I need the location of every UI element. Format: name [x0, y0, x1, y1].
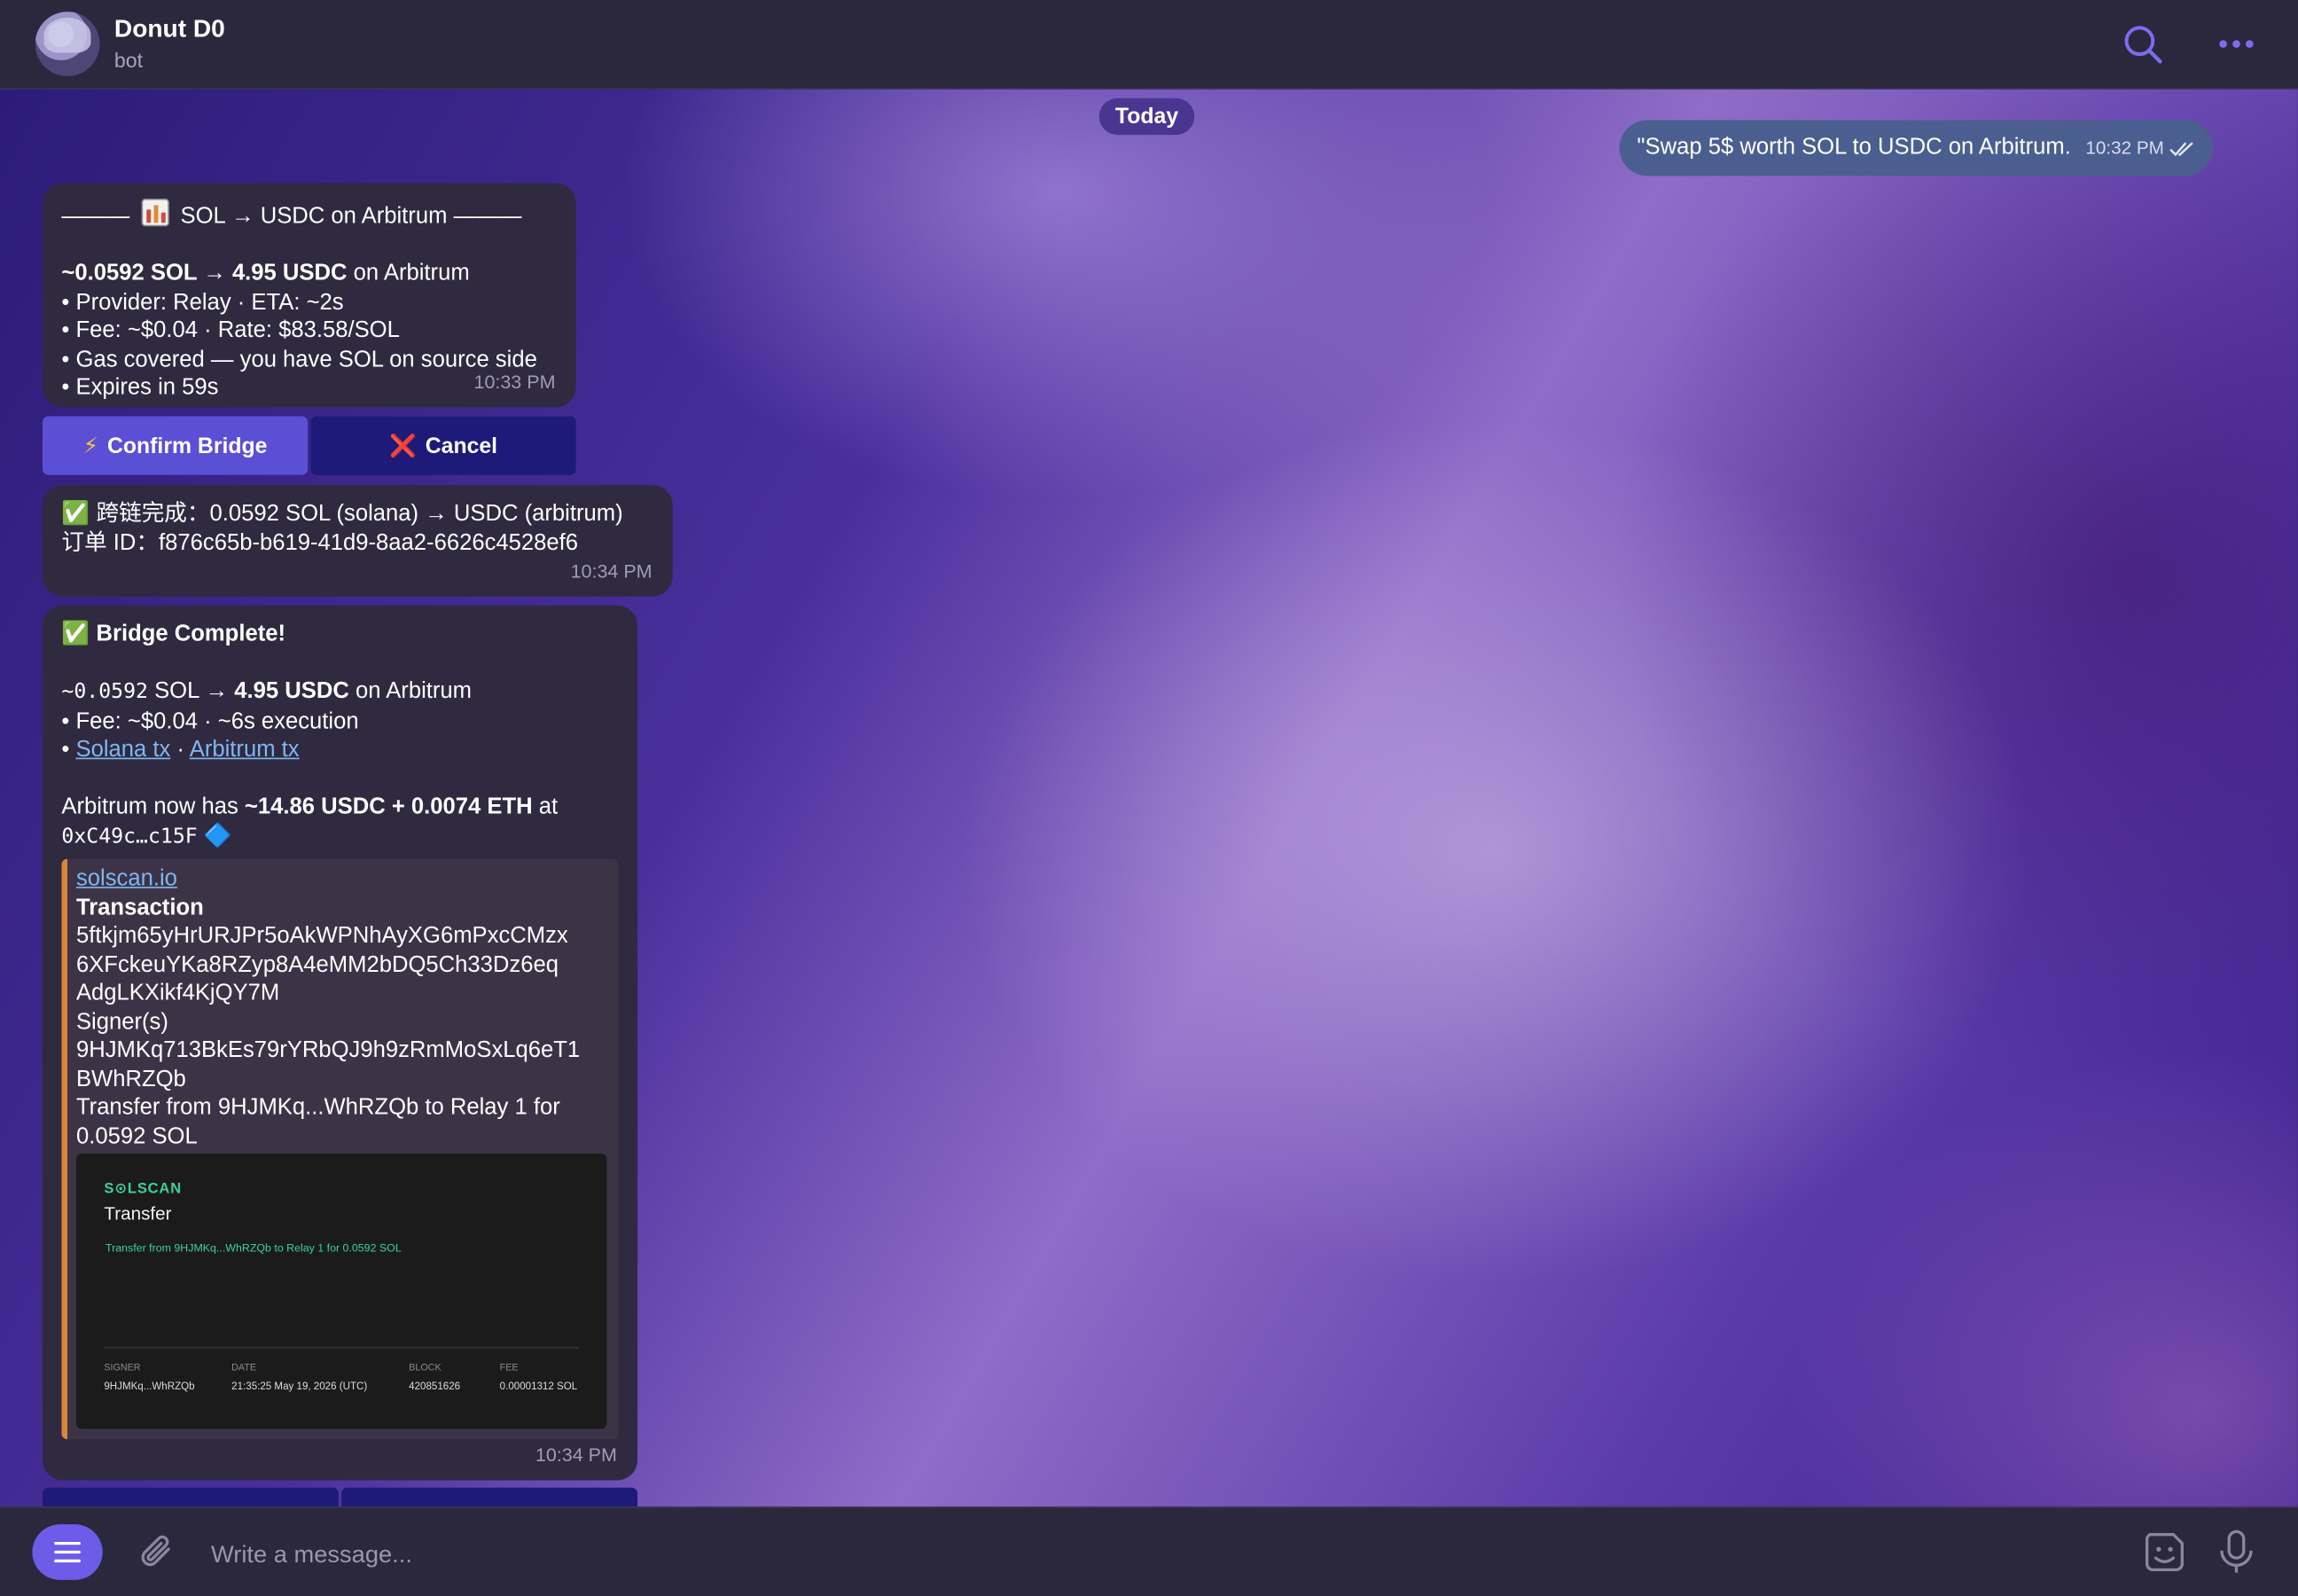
solana-tx-link[interactable]: Solana tx	[76, 737, 171, 762]
message-time: 10:34 PM	[535, 1443, 617, 1466]
chat-header: Donut D0 bot	[0, 0, 2298, 90]
column-value: 21:35:25 May 19, 2026 (UTC)	[231, 1381, 368, 1393]
more-icon[interactable]	[2216, 23, 2256, 64]
balance-amount: ~14.86 USDC + 0.0074 ETH	[244, 794, 533, 820]
quote-fee: • Fee: ~$0.04 · Rate: $83.58/SOL	[61, 317, 400, 343]
check-icon: ✅	[61, 621, 90, 646]
avatar[interactable]	[35, 12, 100, 76]
menu-icon	[54, 1541, 81, 1563]
status-line: ✅ 跨链完成：0.0592 SOL (solana) → USDC (arbit…	[61, 501, 623, 527]
preview-signer-line: 9HJMKq713BkEs79rYRbQJ9h9zRmMoSxLq6eT1	[75, 1037, 581, 1063]
preview-image-title: Transfer	[104, 1203, 172, 1224]
divider-left: ———	[61, 203, 130, 229]
button-label: Cancel	[425, 433, 498, 458]
amount-sol: SOL →	[147, 678, 235, 704]
bridge-status-message[interactable]: ✅ 跨链完成：0.0592 SOL (solana) → USDC (arbit…	[42, 485, 673, 597]
preview-signers-label: Signer(s)	[75, 1009, 168, 1035]
cross-icon: ❌	[388, 434, 417, 459]
chart-emoji-icon	[141, 198, 169, 227]
inline-button-partial[interactable]	[42, 1487, 339, 1507]
quote-title: SOL → USDC on Arbitrum	[180, 203, 448, 229]
wallet-address[interactable]: 0xC49c…c15F	[61, 825, 197, 848]
complete-amount: ~0.0592 SOL → 4.95 USDC on Arbitrum	[61, 677, 618, 708]
button-label: Confirm Bridge	[106, 433, 268, 458]
message-list[interactable]: Today "Swap 5$ worth SOL to USDC on Arbi…	[0, 89, 2298, 1507]
amount-network: on Arbitrum	[348, 678, 473, 704]
confirm-bridge-button[interactable]: ⚡ Confirm Bridge	[42, 416, 309, 475]
preview-title: Transaction	[75, 895, 204, 920]
sticker-icon[interactable]	[2141, 1529, 2188, 1576]
amount-sol-value: ~0.0592	[61, 679, 148, 704]
column-value: 0.00001312 SOL	[499, 1381, 578, 1393]
preview-image-desc: Transfer from 9HJMKq...WhRZQb to Relay 1…	[106, 1241, 402, 1255]
preview-transfer-line: Transfer from 9HJMKq...WhRZQb to Relay 1…	[75, 1094, 560, 1120]
message-meta: 10:32 PM	[2085, 137, 2194, 159]
diamond-icon: 🔷	[203, 823, 232, 849]
quote-provider: • Provider: Relay · ETA: ~2s	[61, 289, 344, 315]
inline-button-partial[interactable]	[341, 1487, 638, 1507]
telegram-window: Donut D0 bot Today "Swap 5$ worth SOL to…	[0, 0, 2298, 1596]
preview-hash-line: 5ftkjm65yHrURJPr5oAkWPNhAyXG6mPxcCMzx	[75, 923, 568, 949]
chat-title[interactable]: Donut D0	[114, 15, 225, 44]
amount-usdc: 4.95 USDC	[234, 678, 349, 704]
microphone-icon[interactable]	[2216, 1529, 2256, 1576]
complete-title: Bridge Complete!	[96, 621, 286, 646]
cancel-button[interactable]: ❌ Cancel	[310, 416, 576, 475]
divider	[104, 1347, 579, 1349]
preview-signer-line: BWhRZQb	[75, 1066, 186, 1091]
complete-fee: • Fee: ~$0.04 · ~6s execution	[61, 708, 359, 734]
separator: ·	[170, 737, 190, 763]
bullet: •	[61, 737, 76, 763]
menu-button[interactable]	[32, 1524, 103, 1580]
preview-transfer-line: 0.0592 SOL	[75, 1123, 198, 1149]
paperclip-icon[interactable]	[137, 1530, 177, 1575]
quote-header: ——— SOL → USDC on Arbitrum ———	[61, 198, 557, 231]
link-preview[interactable]: solscan.io Transaction 5ftkjm65yHrURJPr5…	[61, 858, 619, 1440]
outgoing-message[interactable]: "Swap 5$ worth SOL to USDC on Arbitrum. …	[1619, 120, 2213, 176]
balance-prefix: Arbitrum now has	[61, 794, 245, 820]
preview-image[interactable]: S⊙LSCAN Transfer Transfer from 9HJMKq...…	[75, 1153, 607, 1429]
arbitrum-tx-link[interactable]: Arbitrum tx	[190, 737, 300, 762]
composer	[0, 1506, 2298, 1596]
date-chip: Today	[1098, 98, 1195, 136]
preview-hash-line: AdgLKXikf4KjQY7M	[75, 980, 280, 1005]
order-id-line: 订单 ID：f876c65b-b619-41d9-8aa2-6626c4528e…	[61, 529, 579, 555]
divider-right: ———	[453, 203, 522, 229]
balance-line: Arbitrum now has ~14.86 USDC + 0.0074 ET…	[61, 793, 618, 821]
quote-message[interactable]: ——— SOL → USDC on Arbitrum ——— ~0.0592 S…	[42, 183, 576, 408]
column-value: 9HJMKq...WhRZQb	[104, 1381, 195, 1393]
message-time: 10:34 PM	[570, 559, 653, 582]
preview-site[interactable]: solscan.io	[76, 864, 619, 893]
message-text: "Swap 5$ worth SOL to USDC on Arbitrum.	[1637, 135, 2071, 160]
balance-suffix: at	[532, 794, 559, 820]
chat-subtitle: bot	[113, 48, 144, 72]
search-icon[interactable]	[2122, 23, 2163, 64]
tx-links: • Solana tx · Arbitrum tx	[61, 736, 618, 764]
preview-hash-line: 6XFckeuYKa8RZyp8A4eMM2bDQ5Ch33Dz6eq	[75, 951, 559, 977]
column-value: 420851626	[409, 1381, 461, 1393]
message-time: 10:32 PM	[2085, 137, 2164, 159]
quote-amount: ~0.0592 SOL → 4.95 USDC	[61, 261, 348, 286]
message-input[interactable]	[207, 1534, 2091, 1576]
message-time: 10:33 PM	[473, 370, 556, 393]
lightning-icon: ⚡	[82, 434, 99, 459]
quote-network: on Arbitrum	[347, 261, 470, 286]
double-check-icon	[2169, 141, 2193, 156]
